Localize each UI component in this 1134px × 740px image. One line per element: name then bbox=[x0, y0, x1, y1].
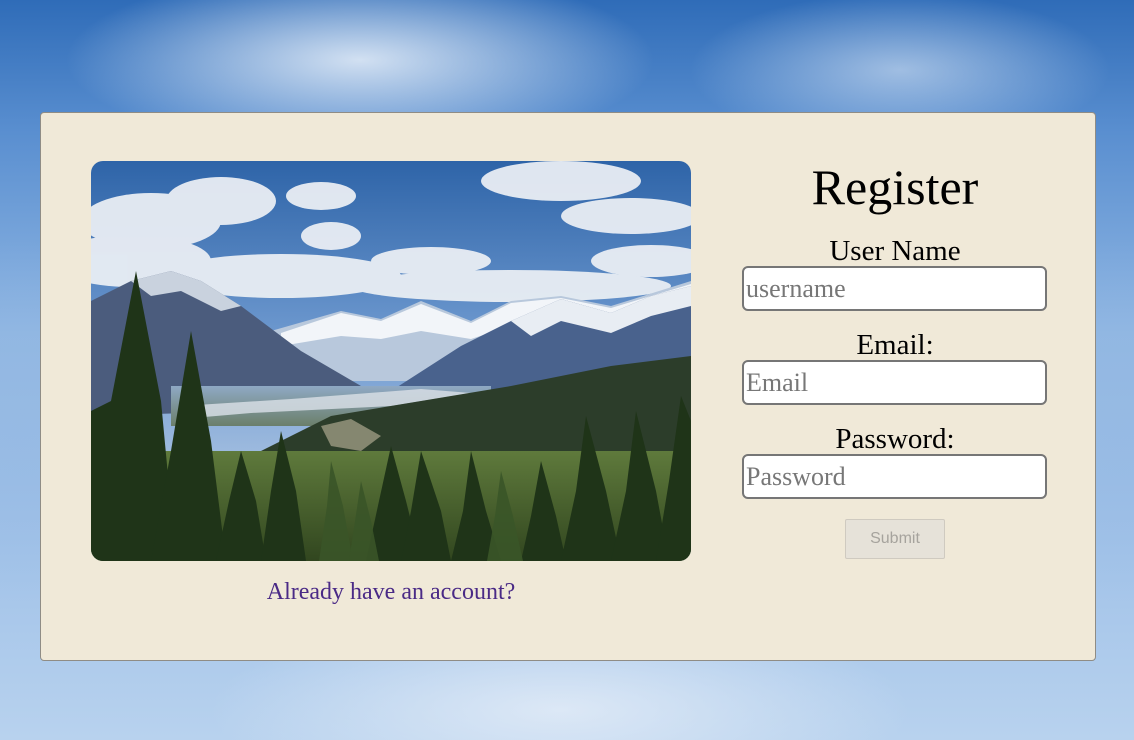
username-label: User Name bbox=[829, 235, 961, 267]
mountain-landscape-image bbox=[91, 161, 691, 561]
username-input[interactable] bbox=[742, 266, 1047, 311]
register-form: Register User Name Email: Password: Subm… bbox=[742, 157, 1048, 559]
register-card: Already have an account? Register User N… bbox=[40, 112, 1096, 661]
submit-button[interactable]: Submit bbox=[845, 519, 945, 559]
login-link[interactable]: Already have an account? bbox=[91, 579, 691, 606]
email-label: Email: bbox=[856, 329, 934, 361]
password-input[interactable] bbox=[742, 454, 1047, 499]
email-input[interactable] bbox=[742, 360, 1047, 405]
page-title: Register bbox=[811, 159, 979, 215]
password-label: Password: bbox=[835, 423, 955, 455]
